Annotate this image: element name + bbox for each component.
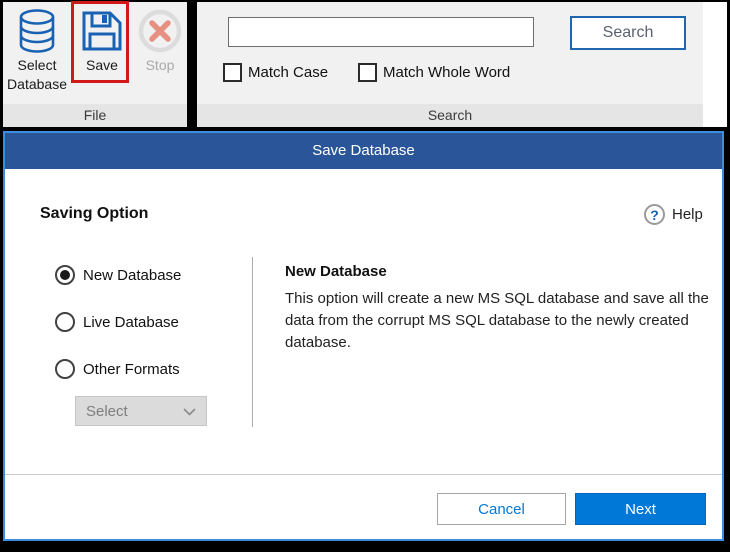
match-whole-word-label: Match Whole Word [383,64,511,81]
file-group-label: File [3,104,187,127]
search-input[interactable] [228,17,534,47]
saving-option-heading: Saving Option [40,205,149,222]
match-case-option[interactable]: Match Case [223,63,328,82]
footer-separator [5,474,722,475]
save-icon [80,6,124,56]
match-whole-word-option[interactable]: Match Whole Word [358,63,510,82]
panel-divider [252,257,253,427]
stop-label: Stop [145,57,175,73]
dialog-title: Save Database [5,133,722,169]
save-button[interactable]: Save [73,6,131,102]
radio-other-formats[interactable]: Other Formats [55,359,180,379]
radio-live-database-circle[interactable] [55,312,75,332]
detail-heading: New Database [285,263,387,280]
radio-live-database[interactable]: Live Database [55,312,179,332]
radio-other-formats-label: Other Formats [83,360,180,378]
radio-new-database[interactable]: New Database [55,265,181,285]
cancel-button[interactable]: Cancel [437,493,566,525]
format-select-value: Select [86,402,128,420]
help-icon: ? [644,204,665,225]
help-label: Help [672,206,703,223]
stop-button: Stop [131,6,189,102]
ribbon-search-group: Search Match Case Match Whole Word Searc… [197,2,703,127]
next-button[interactable]: Next [575,493,706,525]
detail-description: This option will create a new MS SQL dat… [285,290,709,351]
help-button[interactable]: ? Help [644,204,703,225]
search-options-row: Match Case Match Whole Word [197,63,703,87]
search-group-label: Search [197,104,703,127]
save-database-dialog: Save Database Saving Option ? Help New D… [3,131,724,541]
radio-new-database-circle[interactable] [55,265,75,285]
radio-live-database-label: Live Database [83,313,179,331]
ribbon-right-filler [703,2,727,127]
match-whole-word-checkbox[interactable] [358,63,377,82]
app-window: Select Database Save Stop File Search Ma… [0,0,730,552]
stop-icon [137,6,183,56]
select-database-label: Select Database [7,57,67,92]
save-label: Save [86,57,118,73]
radio-new-database-label: New Database [83,266,182,284]
radio-other-formats-circle[interactable] [55,359,75,379]
match-case-label: Match Case [248,64,329,81]
ribbon-file-group: Select Database Save Stop File [3,2,187,127]
database-icon [17,6,57,56]
chevron-down-icon [183,403,196,420]
match-case-checkbox[interactable] [223,63,242,82]
format-select-dropdown[interactable]: Select [75,396,207,426]
search-button[interactable]: Search [570,16,686,50]
select-database-button[interactable]: Select Database [7,6,67,102]
